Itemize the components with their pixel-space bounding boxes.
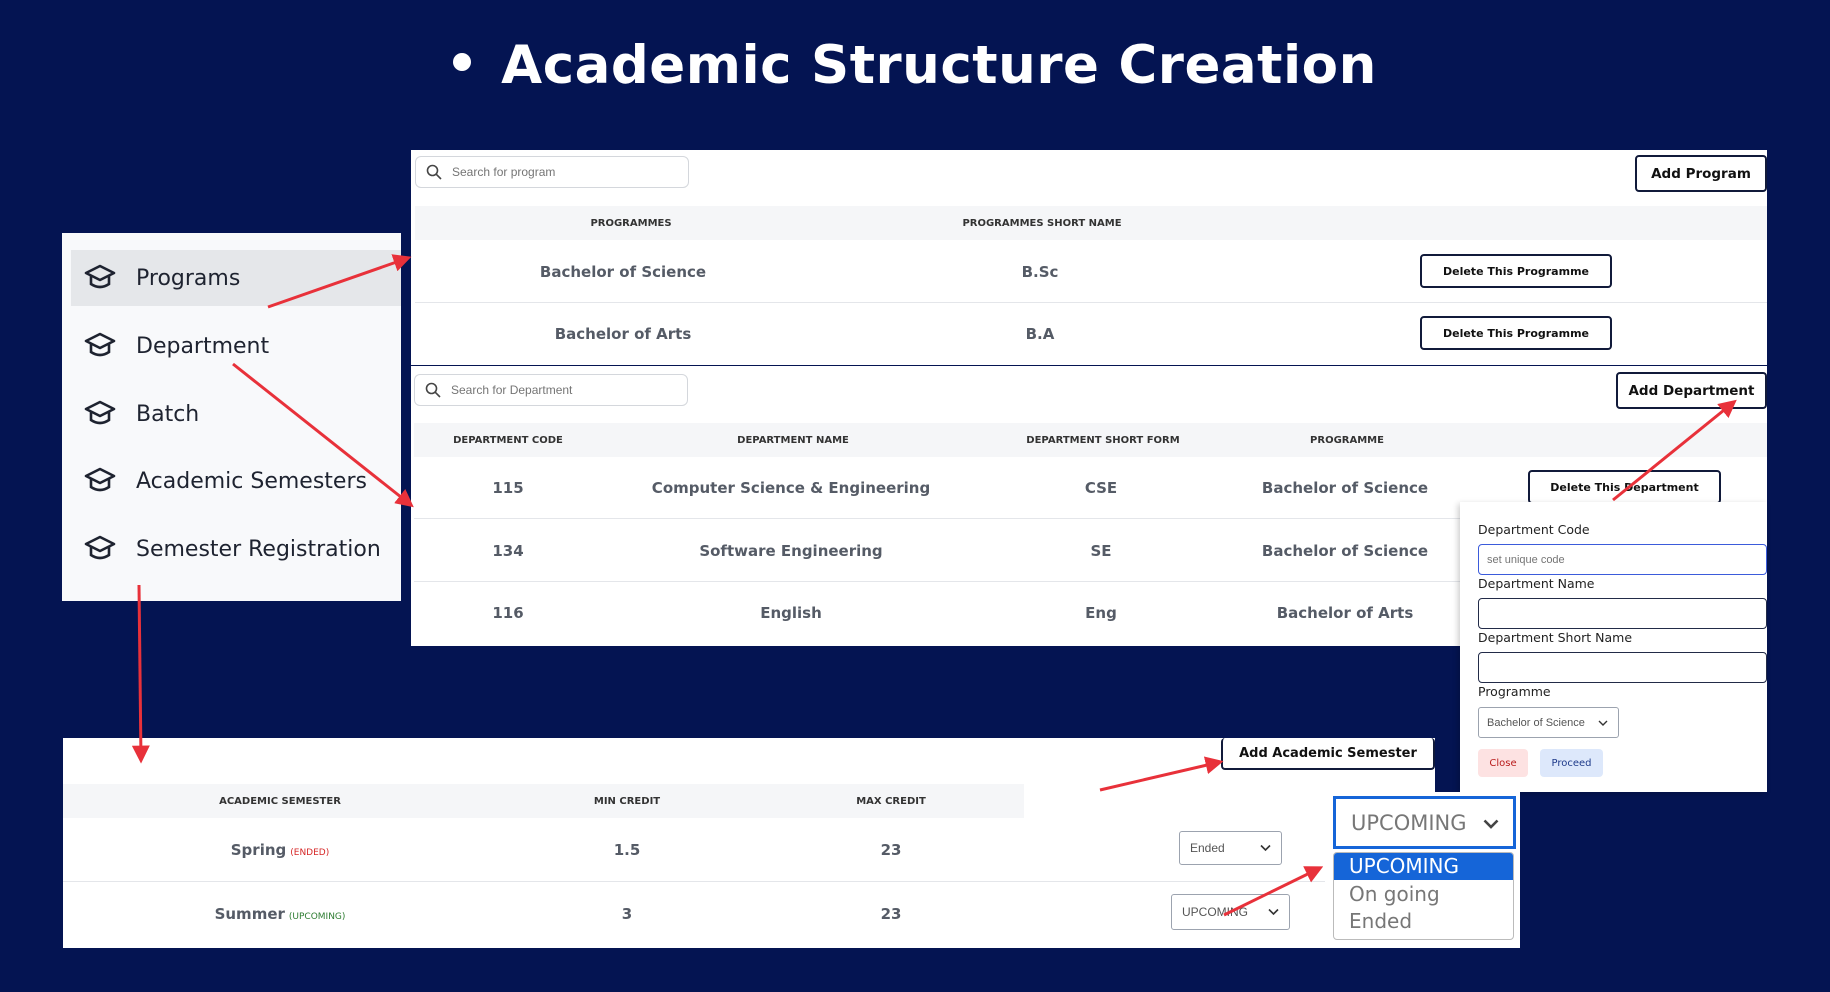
- arrow-semesters: [131, 584, 150, 764]
- annotation-arrows: [131, 254, 1737, 917]
- arrow-add-department: [1612, 399, 1737, 502]
- arrow-department: [232, 362, 414, 508]
- arrow-programs: [267, 254, 412, 309]
- arrow-add-semester: [1099, 756, 1224, 792]
- arrow-status-select: [1223, 866, 1324, 917]
